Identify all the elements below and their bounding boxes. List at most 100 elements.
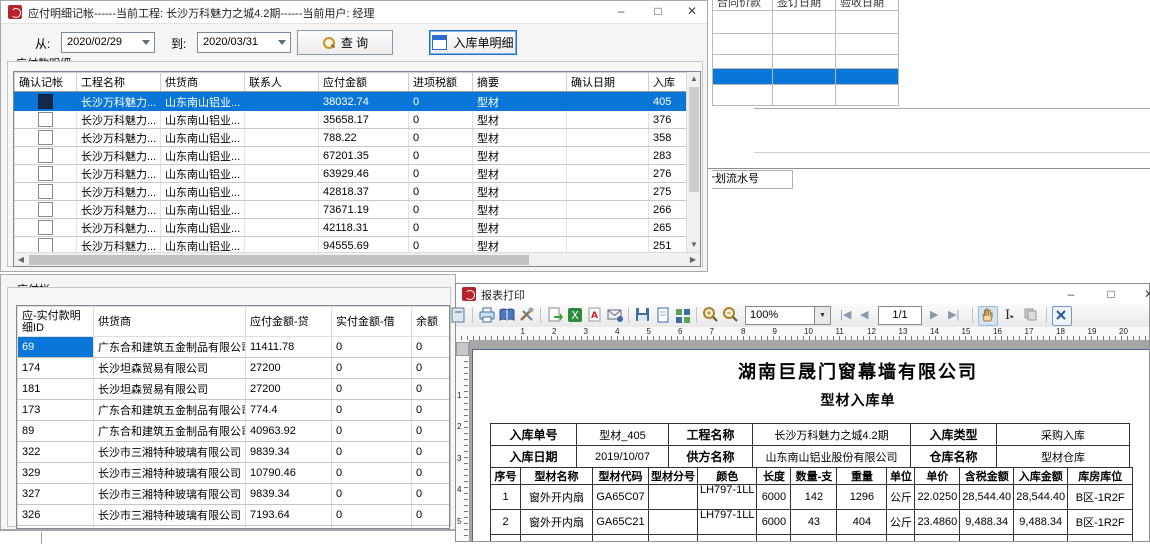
close-button[interactable]: ✕ xyxy=(677,1,707,22)
confirm-checkbox[interactable] xyxy=(38,94,53,109)
scroll-left-icon[interactable]: ◀ xyxy=(14,253,28,267)
scroll-up-icon[interactable]: ▲ xyxy=(687,72,701,86)
confirm-checkbox[interactable] xyxy=(38,112,53,127)
column-header[interactable]: 入库 xyxy=(649,73,687,92)
column-header[interactable]: 确认日期 xyxy=(567,73,649,92)
table-row[interactable]: 89广东合和建筑五金制品有限公司40963.9200 xyxy=(18,421,450,442)
column-header[interactable]: 实付金额-借 xyxy=(332,307,412,337)
table-row[interactable]: 长沙万科魅力...山东南山铝业...38032.740型材405 xyxy=(15,93,687,111)
report-preview-area[interactable]: 123456 湖南巨晟门窗幕墙有限公司 型材入库单 入库单号型材_405工程名称… xyxy=(456,340,1149,541)
inbound-detail-button[interactable]: 入库单明细 xyxy=(429,30,517,55)
cell xyxy=(773,55,836,69)
zoom-out-icon[interactable] xyxy=(722,306,740,324)
next-page-icon[interactable]: ▶ xyxy=(930,308,938,321)
table-row[interactable]: 329长沙市三湘特种玻璃有限公司10790.4600 xyxy=(18,463,450,484)
zoom-level-combo[interactable]: 100%▼ xyxy=(745,306,831,325)
scroll-thumb[interactable] xyxy=(689,87,699,192)
cell: 单价 xyxy=(915,468,960,485)
pdf-export-icon[interactable]: A xyxy=(586,306,604,324)
ruler-number: 3 xyxy=(584,327,588,336)
close-button[interactable]: ✕ xyxy=(1134,284,1150,305)
table-row[interactable] xyxy=(713,34,899,55)
table-row[interactable]: 181长沙坦森贸易有限公司2720000 xyxy=(18,379,450,400)
table-row[interactable]: 长沙万科魅力...山东南山铝业...42818.370型材275 xyxy=(15,183,687,201)
scroll-down-icon[interactable]: ▼ xyxy=(687,238,701,252)
table-row[interactable]: 长沙万科魅力...山东南山铝业...67201.350型材283 xyxy=(15,147,687,165)
cell xyxy=(15,219,77,237)
zoom-in-icon[interactable] xyxy=(702,306,720,324)
from-date-combo[interactable]: 2020/02/29 xyxy=(61,32,155,53)
table-row[interactable]: 322长沙市三湘特种玻璃有限公司9839.3400 xyxy=(18,442,450,463)
copy-page-icon[interactable] xyxy=(1022,306,1040,324)
hand-tool-icon[interactable] xyxy=(978,306,998,326)
text-select-icon[interactable]: I xyxy=(1000,306,1018,324)
save-icon[interactable] xyxy=(634,306,652,324)
close-preview-icon[interactable] xyxy=(1052,306,1072,326)
table-row[interactable]: 长沙万科魅力...山东南山铝业...63929.460型材276 xyxy=(15,165,687,183)
print-icon[interactable] xyxy=(478,306,496,324)
last-page-icon[interactable]: ▶| xyxy=(948,308,959,321)
column-header[interactable]: 供货商 xyxy=(161,73,245,92)
scroll-right-icon[interactable]: ▶ xyxy=(686,253,700,267)
confirm-checkbox[interactable] xyxy=(38,220,53,235)
table-row[interactable]: 325长沙市三湘特种玻璃有限公司9839.3400 xyxy=(18,526,450,530)
page-view-icon[interactable] xyxy=(654,306,672,324)
table-row[interactable]: 174长沙坦森贸易有限公司2720000 xyxy=(18,358,450,379)
column-header[interactable]: 确认记帐 xyxy=(15,73,77,92)
table-row[interactable] xyxy=(713,55,899,69)
confirm-checkbox[interactable] xyxy=(38,130,53,145)
cell: 251 xyxy=(649,237,687,253)
table-row[interactable] xyxy=(713,11,899,34)
cell xyxy=(960,535,1014,542)
book-icon[interactable] xyxy=(498,306,516,324)
email-icon[interactable] xyxy=(606,306,624,324)
column-header[interactable]: 余额 xyxy=(412,307,450,337)
table-row[interactable]: 长沙万科魅力...山东南山铝业...42118.310型材265 xyxy=(15,219,687,237)
confirm-checkbox[interactable] xyxy=(38,202,53,217)
column-header[interactable]: 联系人 xyxy=(245,73,319,92)
scroll-thumb[interactable] xyxy=(29,255,529,265)
vertical-scrollbar[interactable]: ▲ ▼ xyxy=(686,72,701,252)
maximize-button[interactable]: □ xyxy=(1096,284,1126,305)
table-row[interactable] xyxy=(713,69,899,85)
column-header[interactable]: 应付金额 xyxy=(319,73,409,92)
column-header[interactable]: 工程名称 xyxy=(77,73,161,92)
titlebar[interactable]: 应付明细记帐------当前工程: 长沙万科魅力之城4.2期------当前用户… xyxy=(1,1,707,24)
grid-view-icon[interactable] xyxy=(674,306,692,324)
column-header[interactable]: 摘要 xyxy=(473,73,567,92)
table-row[interactable]: 173广东合和建筑五金制品有限公司774.400 xyxy=(18,400,450,421)
table-row[interactable] xyxy=(713,85,899,106)
page-indicator-input[interactable]: 1/1 xyxy=(878,306,922,325)
horizontal-scrollbar[interactable]: ◀ ▶ xyxy=(14,252,700,267)
confirm-checkbox[interactable] xyxy=(38,184,53,199)
options-icon[interactable] xyxy=(518,306,536,324)
excel-export-icon[interactable]: X xyxy=(566,306,584,324)
table-row[interactable]: 69广东合和建筑五金制品有限公司11411.7800 xyxy=(18,337,450,358)
column-header[interactable]: 供货商 xyxy=(94,307,246,337)
to-date-combo[interactable]: 2020/03/31 xyxy=(197,32,291,53)
table-row[interactable]: 326长沙市三湘特种玻璃有限公司7193.6400 xyxy=(18,505,450,526)
cell: 入库日期 xyxy=(491,446,577,468)
confirm-checkbox[interactable] xyxy=(38,166,53,181)
table-row[interactable]: 长沙万科魅力...山东南山铝业...35658.170型材376 xyxy=(15,111,687,129)
cell: 长沙坦森贸易有限公司 xyxy=(94,358,246,379)
page-setup-icon[interactable] xyxy=(448,306,466,324)
export-icon[interactable] xyxy=(546,306,564,324)
cell: 0 xyxy=(409,111,473,129)
minimize-button[interactable]: – xyxy=(1056,284,1086,305)
cell: 型材 xyxy=(473,93,567,111)
query-button[interactable]: 查 询 xyxy=(297,30,393,55)
table-row[interactable]: 长沙万科魅力...山东南山铝业...94555.690型材251 xyxy=(15,237,687,253)
column-header[interactable]: 应-实付款明细ID xyxy=(18,307,94,337)
confirm-checkbox[interactable] xyxy=(38,238,53,252)
first-page-icon[interactable]: |◀ xyxy=(840,308,851,321)
confirm-checkbox[interactable] xyxy=(38,148,53,163)
minimize-button[interactable]: – xyxy=(606,1,636,22)
table-row[interactable]: 长沙万科魅力...山东南山铝业...788.220型材358 xyxy=(15,129,687,147)
column-header[interactable]: 应付金额-贷 xyxy=(246,307,332,337)
prev-page-icon[interactable]: ◀ xyxy=(860,308,868,321)
table-row[interactable]: 长沙万科魅力...山东南山铝业...73671.190型材266 xyxy=(15,201,687,219)
table-row[interactable]: 327长沙市三湘特种玻璃有限公司9839.3400 xyxy=(18,484,450,505)
maximize-button[interactable]: □ xyxy=(643,1,673,22)
column-header[interactable]: 进项税额 xyxy=(409,73,473,92)
